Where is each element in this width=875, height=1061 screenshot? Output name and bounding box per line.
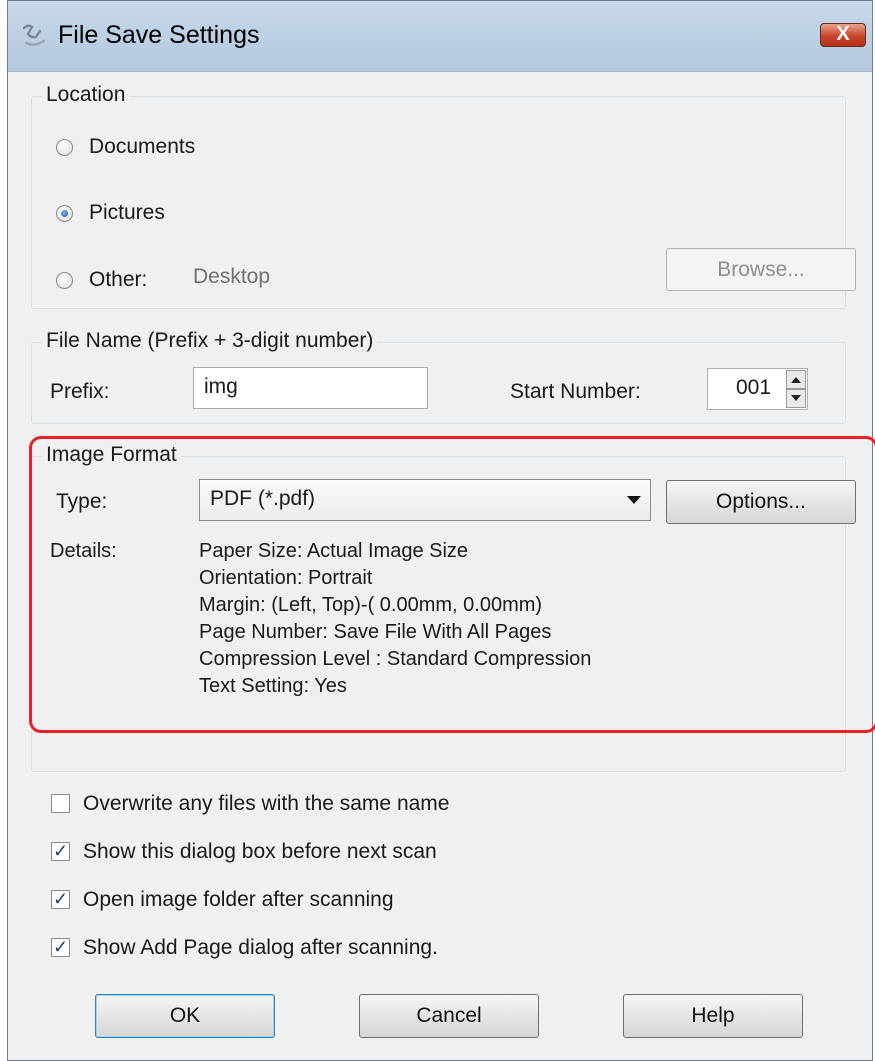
add-page-checkbox[interactable]: ✓ <box>51 938 70 957</box>
location-group-label: Location <box>42 83 130 107</box>
options-button[interactable]: Options... <box>666 480 856 524</box>
options-button-label: Options... <box>716 490 806 513</box>
radio-other-label: Other: <box>89 268 148 291</box>
dialog-body: Location Documents Pictures Other: Deskt… <box>9 72 875 1059</box>
radio-documents-label: Documents <box>89 135 196 158</box>
other-location-value: Desktop <box>193 265 271 288</box>
add-page-label: Show Add Page dialog after scanning. <box>83 936 438 959</box>
start-number-label: Start Number: <box>510 380 641 403</box>
details-label: Details: <box>50 540 117 562</box>
show-dialog-label: Show this dialog box before next scan <box>83 840 437 863</box>
help-button[interactable]: Help <box>623 994 803 1038</box>
browse-button-label: Browse... <box>717 258 805 281</box>
title-bar: File Save Settings X <box>8 1 872 72</box>
overwrite-checkbox[interactable] <box>51 794 70 813</box>
detail-paper-size: Paper Size: Actual Image Size <box>199 540 469 562</box>
open-folder-checkbox[interactable]: ✓ <box>51 890 70 909</box>
spinner-arrows-icon[interactable] <box>786 370 806 408</box>
prefix-input[interactable]: img <box>193 367 428 409</box>
radio-documents[interactable] <box>56 139 73 156</box>
overwrite-label: Overwrite any files with the same name <box>83 792 450 815</box>
chevron-down-icon <box>627 496 641 504</box>
browse-button[interactable]: Browse... <box>666 248 856 291</box>
radio-other[interactable] <box>56 272 73 289</box>
ok-button-label: OK <box>169 1004 201 1027</box>
file-save-settings-dialog: File Save Settings X Location Documents … <box>7 0 875 1061</box>
open-folder-label: Open image folder after scanning <box>83 888 394 911</box>
details-list: Paper Size: Actual Image Size Orientatio… <box>199 538 591 700</box>
file-name-group-label: File Name (Prefix + 3-digit number) <box>42 329 378 353</box>
detail-orientation: Orientation: Portrait <box>199 567 373 589</box>
close-icon: X <box>836 23 850 45</box>
cancel-button[interactable]: Cancel <box>359 994 539 1038</box>
show-dialog-checkbox[interactable]: ✓ <box>51 842 70 861</box>
detail-margin: Margin: (Left, Top)-( 0.00mm, 0.00mm) <box>199 594 543 616</box>
type-select-value: PDF (*.pdf) <box>210 487 316 510</box>
close-button[interactable]: X <box>820 23 866 47</box>
detail-page-number: Page Number: Save File With All Pages <box>199 621 552 643</box>
prefix-value: img <box>204 375 238 398</box>
cancel-button-label: Cancel <box>416 1004 482 1027</box>
start-number-value: 001 <box>736 376 772 399</box>
ok-button[interactable]: OK <box>95 994 275 1038</box>
dialog-title: File Save Settings <box>58 21 260 49</box>
radio-pictures-label: Pictures <box>89 201 165 224</box>
detail-text-setting: Text Setting: Yes <box>199 675 347 697</box>
detail-compression-level: Compression Level : Standard Compression <box>199 648 592 670</box>
help-button-label: Help <box>691 1004 735 1027</box>
type-label: Type: <box>56 490 108 513</box>
scanner-icon <box>22 24 46 46</box>
radio-pictures[interactable] <box>56 205 73 222</box>
prefix-label: Prefix: <box>50 380 110 403</box>
type-select[interactable]: PDF (*.pdf) <box>199 479 651 521</box>
